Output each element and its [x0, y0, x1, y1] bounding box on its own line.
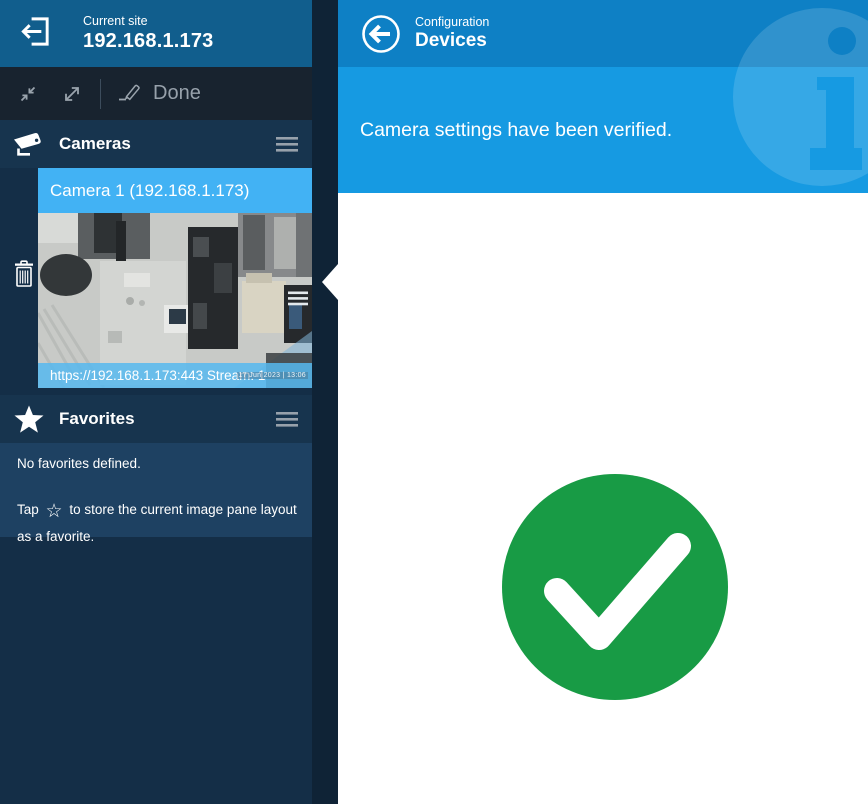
camera-tile-title: Camera 1 (192.168.1.173)	[38, 168, 312, 213]
favorites-empty-text: No favorites defined.	[17, 456, 141, 471]
info-banner: Camera settings have been verified.	[338, 67, 868, 193]
drag-handle-icon[interactable]	[288, 291, 308, 310]
done-button[interactable]: Done	[111, 76, 207, 112]
exit-site-icon	[18, 14, 53, 54]
favorites-section-header: Favorites	[0, 395, 312, 443]
site-label: Current site	[83, 14, 148, 28]
main-header: Configuration Devices	[338, 0, 868, 67]
cameras-section-header: Cameras	[0, 120, 312, 168]
favorites-title: Favorites	[59, 409, 135, 428]
banner-message: Camera settings have been verified.	[360, 118, 673, 141]
back-circle-icon	[362, 14, 400, 53]
breadcrumb: Configuration	[415, 15, 490, 29]
favorites-menu-button[interactable]	[272, 406, 302, 433]
done-label: Done	[153, 82, 201, 104]
camera-tile[interactable]: Camera 1 (192.168.1.173) 17 Jun 2023 | 1…	[38, 168, 312, 388]
camera-tile-row: Camera 1 (192.168.1.173) 17 Jun 2023 | 1…	[0, 168, 312, 388]
hint-prefix: Tap	[17, 502, 39, 518]
favorites-body: No favorites defined. Tap ☆ to store the…	[0, 443, 312, 544]
camera-scene-image	[38, 213, 312, 388]
success-check-icon	[502, 474, 728, 700]
site-address: 192.168.1.173	[83, 30, 214, 52]
sidebar: Current site 192.168.1.173 Done Cameras …	[0, 0, 338, 804]
cameras-menu-button[interactable]	[272, 131, 302, 158]
current-site-button[interactable]: Current site 192.168.1.173	[0, 0, 312, 67]
main-header-text: Configuration Devices	[415, 15, 489, 52]
favorites-hint: Tap ☆ to store the current image pane la…	[17, 498, 299, 547]
cctv-camera-icon	[12, 132, 46, 157]
trash-icon[interactable]	[13, 260, 35, 294]
expand-panes-button[interactable]	[56, 76, 88, 112]
main-panel: Configuration Devices Camera settings ha…	[322, 0, 868, 804]
star-filled-icon	[12, 405, 46, 434]
camera-thumbnail: 17 Jun 2023 | 13:06 https://192.168.1.17…	[38, 213, 312, 388]
pane-toolbar: Done	[0, 67, 312, 120]
app-window: Current site 192.168.1.173 Done Cameras …	[0, 0, 868, 804]
pencil-edit-icon	[117, 80, 143, 108]
camera-osd-timestamp: 17 Jun 2023 | 13:06	[236, 372, 308, 379]
star-outline-icon: ☆	[45, 501, 63, 523]
collapse-panes-button[interactable]	[12, 76, 44, 112]
sidebar-column: Current site 192.168.1.173 Done Cameras …	[0, 0, 312, 804]
cameras-title: Cameras	[59, 134, 131, 153]
site-text: Current site 192.168.1.173	[83, 14, 214, 53]
back-button[interactable]	[360, 13, 402, 55]
page-title: Devices	[415, 30, 487, 51]
toolbar-divider	[100, 78, 101, 109]
tile-callout-arrow	[322, 264, 338, 300]
